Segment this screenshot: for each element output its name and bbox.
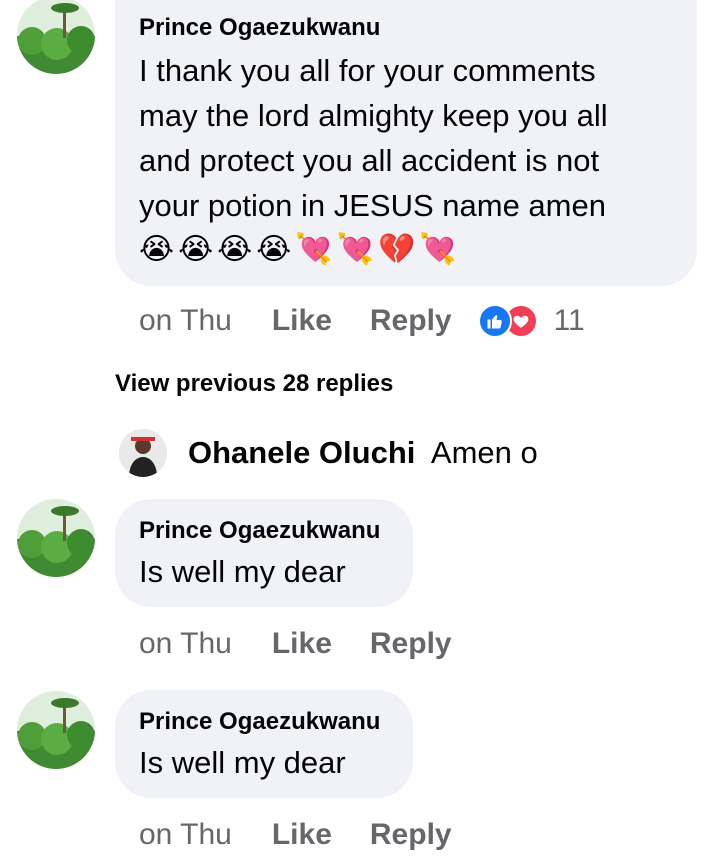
comment-author[interactable]: Prince Ogaezukwanu [139,708,413,736]
comment-text: Is well my dear [139,745,346,780]
like-button[interactable]: Like [272,627,332,661]
avatar[interactable] [17,499,95,577]
comment-text-line: your potion in JESUS name amen [139,188,606,223]
comment-timestamp[interactable]: on Thu [139,627,232,661]
reply-button[interactable]: Reply [370,818,452,852]
reply-author[interactable]: Ohanele Oluchi [188,435,415,470]
comment-author[interactable]: Prince Ogaezukwanu [139,517,413,545]
avatar[interactable] [17,0,95,74]
avatar[interactable] [119,429,167,477]
comment-bubble: Prince Ogaezukwanu Is well my dear [115,690,413,798]
loudly-crying-emoji: 😭 [139,233,175,266]
comment-text-line: I thank you all for your comments [139,53,596,88]
loudly-crying-emoji: 😭 [217,233,253,266]
comment-text: Is well my dear [139,554,346,589]
broken-heart-emoji: 💔 [377,233,416,266]
comment-bubble: Prince Ogaezukwanu Is well my dear [115,499,413,607]
heart-with-arrow-emoji: 💘 [419,233,457,266]
comment-timestamp[interactable]: on Thu [139,304,232,338]
reply-button[interactable]: Reply [370,304,452,338]
avatar[interactable] [17,691,95,769]
reaction-count: 11 [553,304,585,337]
comment-actions: on Thu Like Reply 11 [139,304,585,338]
reply-button[interactable]: Reply [370,627,452,661]
emoji-row: 😭 😭 😭 😭 💘 💘 💔 💘 [139,230,697,270]
comment-text-line: and protect you all accident is not [139,143,600,178]
heart-with-arrow-emoji: 💘 [295,233,333,266]
reaction-summary[interactable]: 11 [477,304,585,338]
heart-with-arrow-emoji: 💘 [336,233,374,266]
like-reaction-icon [477,304,512,338]
like-button[interactable]: Like [272,304,332,338]
comment-text-line: may the lord almighty keep you all [139,98,608,133]
loudly-crying-emoji: 😭 [178,233,214,266]
like-button[interactable]: Like [272,818,332,852]
view-previous-replies-link[interactable]: View previous 28 replies [115,370,393,398]
comment-actions: on Thu Like Reply [139,627,490,661]
reply-text: Amen o [430,435,538,470]
comment-actions: on Thu Like Reply [139,818,490,852]
comment-bubble: Prince Ogaezukwanu I thank you all for y… [115,0,697,286]
loudly-crying-emoji: 😭 [256,233,292,266]
comment-timestamp[interactable]: on Thu [139,818,232,852]
comment-author[interactable]: Prince Ogaezukwanu [139,14,697,42]
collapsed-reply[interactable]: Ohanele Oluchi Amen o [188,433,538,473]
